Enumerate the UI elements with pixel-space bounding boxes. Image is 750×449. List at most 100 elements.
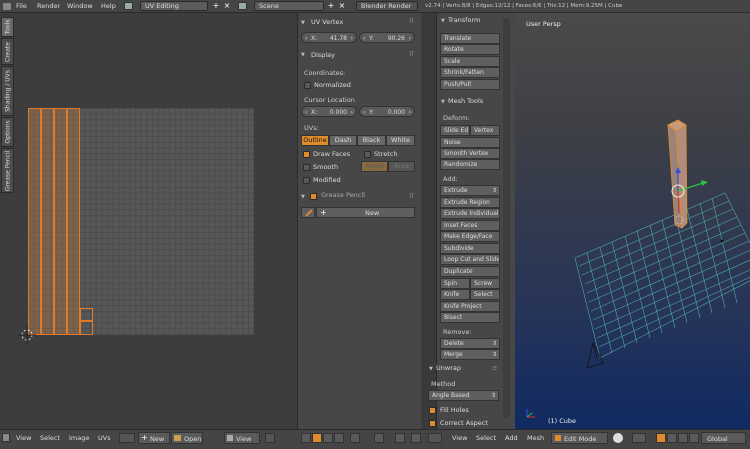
menu-3d-view[interactable]: View	[452, 434, 467, 442]
mode-select[interactable]: Edit Mode	[551, 432, 608, 444]
new-image-button[interactable]: + New	[138, 432, 170, 444]
panel-header-unwrap[interactable]: Unwrap	[436, 364, 461, 372]
viewport-shading-icon[interactable]	[613, 433, 623, 443]
menu-window[interactable]: Window	[67, 2, 93, 10]
uv-draw-outline-button[interactable]: Outline	[301, 135, 329, 146]
tab-shading-uvs[interactable]: Shading / UVs	[1, 66, 14, 116]
grease-pencil-new-button[interactable]: + New	[316, 207, 415, 218]
scene-selector[interactable]: Scene	[254, 1, 324, 11]
y-axis-arrow-head-icon[interactable]	[701, 180, 708, 186]
uv-draw-dash-button[interactable]: Dash	[329, 135, 357, 146]
editor-type-icon[interactable]	[2, 433, 10, 442]
expand-triangle-icon[interactable]: ▼	[441, 99, 445, 105]
pivot-icon[interactable]	[265, 433, 275, 443]
viewport-scene[interactable]	[515, 13, 750, 429]
render-engine-select[interactable]: Blender Render	[356, 1, 418, 11]
layout-selector[interactable]: UV Editing	[140, 1, 208, 11]
menu-render[interactable]: Render	[37, 2, 60, 10]
menu-mesh[interactable]: Mesh	[527, 434, 544, 442]
menu-uvs[interactable]: UVs	[98, 434, 111, 442]
correct-aspect-checkbox[interactable]	[429, 420, 436, 427]
camera-icon[interactable]	[586, 341, 604, 369]
menu-help[interactable]: Help	[101, 2, 116, 10]
pivot-point-icon[interactable]	[632, 433, 646, 443]
uv-draw-black-button[interactable]: Black	[357, 135, 386, 146]
knife-select-button[interactable]: Select	[470, 289, 500, 300]
tab-options[interactable]: Options	[1, 117, 14, 147]
menu-image[interactable]: Image	[69, 434, 89, 442]
stretch-area-button[interactable]: Area	[388, 161, 415, 172]
snap-icon[interactable]	[395, 433, 405, 443]
tab-tools[interactable]: Tools	[1, 17, 14, 37]
stretch-angle-button[interactable]: Angle	[361, 161, 388, 172]
expand-triangle-icon[interactable]: ▼	[301, 20, 305, 26]
uv-island[interactable]	[54, 108, 67, 335]
lamp-icon[interactable]	[720, 239, 724, 243]
sticky-select-icon[interactable]	[350, 433, 360, 443]
panel-drag-icon[interactable]: ⠿	[409, 50, 414, 58]
open-image-button[interactable]: Open	[171, 432, 203, 444]
normalized-checkbox[interactable]	[304, 82, 311, 89]
panel-drag-icon[interactable]: ⠿	[409, 17, 414, 25]
uv-island[interactable]	[28, 108, 41, 335]
panel-header-mesh-tools[interactable]: Mesh Tools	[448, 97, 483, 105]
push-pull-button[interactable]: Push/Pull	[440, 79, 500, 90]
make-edge-face-button[interactable]: Make Edge/Face	[440, 231, 500, 242]
screw-button[interactable]: Screw	[470, 278, 500, 289]
cursor-y-field[interactable]: ‹ Y: 0.000 ›	[359, 106, 415, 117]
stretch-checkbox[interactable]	[364, 151, 371, 158]
rotate-button[interactable]: Rotate	[440, 44, 500, 55]
scale-button[interactable]: Scale	[440, 56, 500, 67]
translate-button[interactable]: Translate	[440, 33, 500, 44]
knife-button[interactable]: Knife	[440, 289, 470, 300]
cursor-x-field[interactable]: ‹ X: 0.000 ›	[301, 106, 357, 117]
scene-icon[interactable]	[238, 2, 247, 10]
expand-triangle-icon[interactable]: ▼	[441, 18, 445, 24]
uv-face[interactable]	[80, 321, 93, 335]
spin-button[interactable]: Spin	[440, 278, 470, 289]
viewport-editor-type-icon[interactable]	[428, 433, 442, 443]
image-browse-icon[interactable]	[119, 433, 135, 443]
uv-x-field[interactable]: ‹ X: 41.78 ›	[301, 32, 357, 43]
rotate-manipulator-icon[interactable]	[678, 433, 688, 443]
panel-drag-icon[interactable]: ≡	[492, 364, 497, 372]
vertex-select-icon[interactable]	[312, 433, 322, 443]
menu-3d-select[interactable]: Select	[476, 434, 496, 442]
add-layout-icon[interactable]: +	[211, 1, 221, 11]
bisect-button[interactable]: Bisect	[440, 312, 500, 323]
tab-create[interactable]: Create	[1, 38, 14, 65]
delete-dropdown[interactable]: Delete ⇕	[440, 338, 500, 349]
extrude-individual-button[interactable]: Extrude Individual	[440, 208, 500, 219]
shrink-fatten-button[interactable]: Shrink/Fatten	[440, 67, 500, 78]
edge-select-icon[interactable]	[323, 433, 333, 443]
loop-cut-slide-button[interactable]: Loop Cut and Slide	[440, 254, 500, 265]
inset-faces-button[interactable]: Inset Faces	[440, 220, 500, 231]
smooth-vertex-button[interactable]: Smooth Vertex	[440, 148, 500, 159]
modified-checkbox[interactable]	[303, 177, 310, 184]
menu-add[interactable]: Add	[505, 434, 518, 442]
add-scene-icon[interactable]: +	[326, 1, 336, 11]
pin-icon[interactable]	[411, 433, 421, 443]
tool-shelf-scrollbar[interactable]	[503, 18, 510, 418]
uv-face[interactable]	[80, 308, 93, 321]
translate-manipulator-icon[interactable]	[667, 433, 677, 443]
merge-dropdown[interactable]: Merge ⇕	[440, 349, 500, 360]
scale-manipulator-icon[interactable]	[689, 433, 699, 443]
noise-button[interactable]: Noise	[440, 137, 500, 148]
view-mode-select[interactable]: View	[224, 432, 260, 444]
extrude-dropdown[interactable]: Extrude ⇕	[440, 185, 500, 196]
slide-vertex-button[interactable]: Vertex	[470, 125, 500, 136]
remove-layout-icon[interactable]: ×	[222, 1, 232, 11]
menu-select[interactable]: Select	[40, 434, 60, 442]
proportional-edit-icon[interactable]	[374, 433, 384, 443]
panel-drag-icon[interactable]: ⠿	[409, 192, 414, 200]
remove-scene-icon[interactable]: ×	[337, 1, 347, 11]
uv-island[interactable]	[41, 108, 54, 335]
unwrap-method-select[interactable]: Angle Based ⇕	[428, 390, 499, 401]
panel-header-transform[interactable]: Transform	[448, 16, 480, 24]
slide-edge-button[interactable]: Slide Ed	[440, 125, 470, 136]
blender-logo-icon[interactable]	[3, 3, 11, 10]
uv-y-field[interactable]: ‹ Y: 90.26 ›	[359, 32, 415, 43]
subdivide-button[interactable]: Subdivide	[440, 243, 500, 254]
menu-file[interactable]: File	[16, 2, 27, 10]
